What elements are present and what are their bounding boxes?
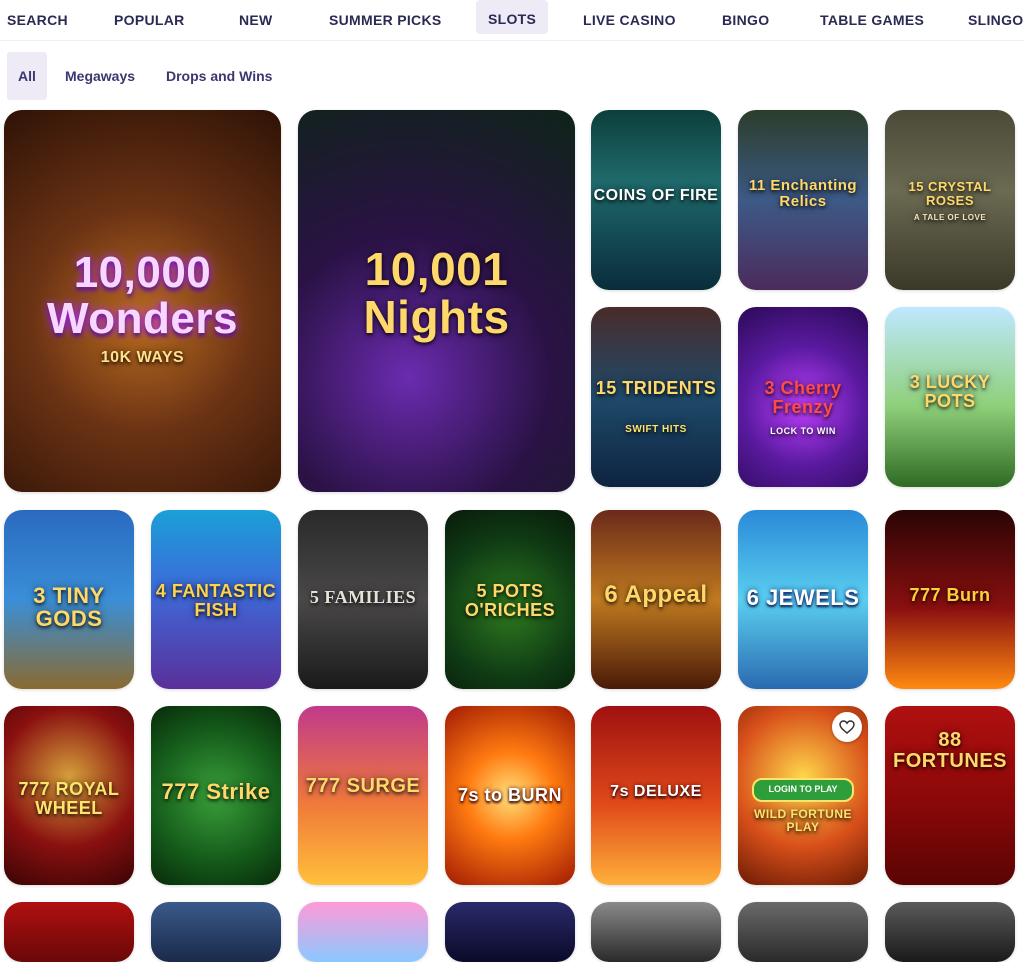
- game-title: 777 ROYAL WHEEL: [18, 779, 120, 818]
- game-title: 88 FORTUNES: [893, 729, 1007, 772]
- nav-new[interactable]: NEW: [239, 0, 273, 34]
- nav-slingo[interactable]: SLINGO: [968, 0, 1023, 34]
- game-title: 10,001 Nights: [363, 243, 510, 344]
- game-tile[interactable]: 15 TRIDENTS SWIFT HITS: [591, 307, 721, 487]
- game-title: 3 LUCKY POTS: [909, 372, 991, 411]
- game-tile[interactable]: 777 SURGE: [298, 706, 428, 885]
- nav-live-casino[interactable]: LIVE CASINO: [583, 0, 676, 34]
- game-tile[interactable]: 3 TINY GODS: [4, 510, 134, 689]
- game-tile[interactable]: 15 CRYSTAL ROSES A TALE OF LOVE: [885, 110, 1015, 290]
- game-title: 15 TRIDENTS: [595, 378, 717, 398]
- game-title: 777 Burn: [909, 585, 991, 605]
- game-tile[interactable]: 6 Appeal: [591, 510, 721, 689]
- game-title: 10,000 Wonders: [47, 248, 238, 344]
- nav-search[interactable]: SEARCH: [7, 0, 68, 34]
- game-title: 11 Enchanting Relics: [748, 177, 858, 210]
- game-subtitle: LOCK TO WIN: [770, 426, 836, 436]
- game-tile[interactable]: 10,000 Wonders 10K WAYS: [4, 110, 281, 492]
- subtab-drops-and-wins[interactable]: Drops and Wins: [166, 52, 272, 100]
- subtab-megaways[interactable]: Megaways: [65, 52, 135, 100]
- nav-popular[interactable]: POPULAR: [114, 0, 185, 34]
- game-tile[interactable]: [151, 902, 281, 962]
- game-title: 6 Appeal: [604, 581, 708, 608]
- game-tile[interactable]: 4 FANTASTIC FISH: [151, 510, 281, 689]
- game-tile[interactable]: 88 FORTUNES: [885, 706, 1015, 885]
- nav-slots[interactable]: SLOTS: [476, 0, 549, 34]
- game-tile[interactable]: [738, 902, 868, 962]
- game-title: 777 Strike: [161, 779, 271, 804]
- sub-navigation: All Megaways Drops and Wins: [0, 52, 1024, 102]
- nav-divider: [0, 40, 1024, 41]
- game-tile[interactable]: 7s to BURN: [445, 706, 575, 885]
- game-title: 777 SURGE: [305, 775, 421, 797]
- game-title: 5 FAMILIES: [309, 587, 417, 607]
- game-tile[interactable]: 3 Cherry Frenzy LOCK TO WIN: [738, 307, 868, 487]
- game-tile[interactable]: [885, 902, 1015, 962]
- game-title: COINS OF FIRE: [593, 187, 719, 204]
- game-subtitle: 10K WAYS: [100, 349, 185, 366]
- top-navigation: SEARCH POPULAR NEW SUMMER PICKS SLOTS LI…: [0, 0, 1024, 40]
- game-tile[interactable]: LOGIN TO PLAY WILD FORTUNE PLAY: [738, 706, 868, 885]
- game-tile[interactable]: COINS OF FIRE: [591, 110, 721, 290]
- game-title: 4 FANTASTIC FISH: [155, 581, 277, 620]
- game-subtitle: A TALE OF LOVE: [913, 213, 987, 222]
- game-title: 7s DELUXE: [610, 783, 702, 800]
- game-tile[interactable]: [4, 902, 134, 962]
- game-title: 15 CRYSTAL ROSES: [908, 179, 992, 208]
- nav-bingo[interactable]: BINGO: [722, 0, 769, 34]
- game-tile[interactable]: 777 Strike: [151, 706, 281, 885]
- game-tile[interactable]: 777 Burn: [885, 510, 1015, 689]
- game-tile[interactable]: 11 Enchanting Relics: [738, 110, 868, 290]
- game-tile[interactable]: 777 ROYAL WHEEL: [4, 706, 134, 885]
- nav-summer-picks[interactable]: SUMMER PICKS: [329, 0, 442, 34]
- game-tile[interactable]: 10,001 Nights: [298, 110, 575, 492]
- game-title: 3 TINY GODS: [33, 583, 105, 632]
- subtab-all[interactable]: All: [7, 52, 47, 100]
- game-subtitle: SWIFT HITS: [625, 424, 687, 435]
- favorite-button[interactable]: [832, 712, 862, 742]
- game-tile[interactable]: [591, 902, 721, 962]
- game-title: 6 JEWELS: [746, 585, 860, 610]
- game-tile[interactable]: 5 POTS O'RICHES: [445, 510, 575, 689]
- game-tile[interactable]: 5 FAMILIES: [298, 510, 428, 689]
- game-tile[interactable]: [298, 902, 428, 962]
- game-title: WILD FORTUNE PLAY: [754, 807, 852, 834]
- game-tile[interactable]: 7s DELUXE: [591, 706, 721, 885]
- heart-icon: [839, 720, 855, 734]
- game-title: 5 POTS O'RICHES: [464, 581, 556, 620]
- game-tile[interactable]: 3 LUCKY POTS: [885, 307, 1015, 487]
- game-title: 7s to BURN: [457, 785, 562, 805]
- game-tile[interactable]: [445, 902, 575, 962]
- game-title: 3 Cherry Frenzy: [764, 378, 842, 417]
- game-tile[interactable]: 6 JEWELS: [738, 510, 868, 689]
- login-to-play-button[interactable]: LOGIN TO PLAY: [752, 778, 854, 802]
- nav-table-games[interactable]: TABLE GAMES: [820, 0, 924, 34]
